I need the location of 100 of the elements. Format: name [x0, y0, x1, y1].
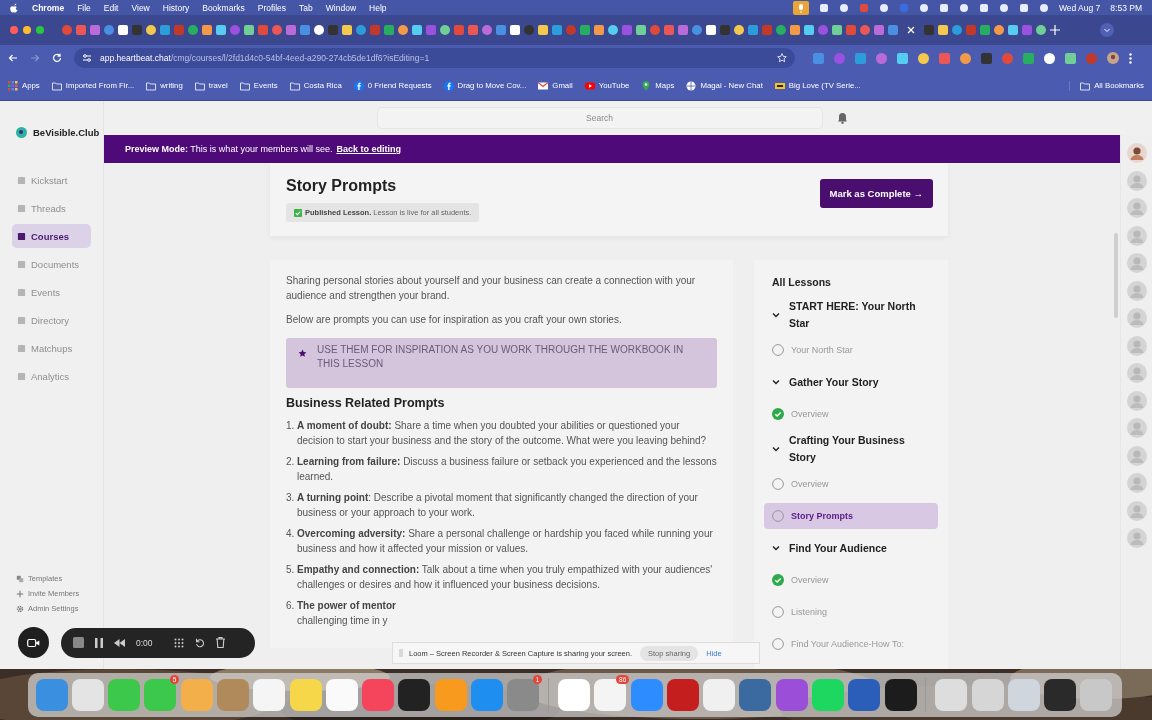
plus-icon	[16, 589, 24, 598]
mark-complete-button[interactable]: Mark as Complete →	[819, 179, 933, 208]
nav-icon	[17, 315, 26, 325]
copy-icon	[16, 574, 24, 583]
checkbox-icon	[294, 208, 302, 217]
lesson-title: Overview	[791, 409, 829, 419]
extension-icon[interactable]	[1044, 52, 1055, 64]
nav-icon	[17, 287, 26, 297]
extension-icon[interactable]	[960, 52, 971, 64]
forward-icon[interactable]	[30, 53, 40, 63]
lesson-item[interactable]: Story Prompts	[764, 503, 938, 529]
lesson-title: Listening	[791, 607, 828, 617]
prompt-text: challenging time in y	[297, 613, 388, 628]
nav-icon	[17, 203, 26, 213]
module-title[interactable]: Crafting Your Business Story	[789, 432, 929, 466]
mail-icon	[538, 80, 549, 91]
menu-bar-date: Wed Aug 7	[1058, 2, 1101, 13]
prompt-text: The power of mentor	[297, 599, 396, 613]
stop-icon[interactable]	[73, 637, 84, 648]
pause-icon[interactable]	[95, 637, 103, 648]
lesson-title: Overview	[791, 479, 829, 489]
microphone-icon[interactable]	[792, 0, 809, 15]
map-pin-icon	[641, 80, 652, 91]
menu-item[interactable]: Bookmarks	[202, 2, 245, 13]
module-title[interactable]: Gather Your Story	[789, 373, 929, 391]
status-icon[interactable]	[918, 2, 929, 13]
menu-item[interactable]: History	[162, 2, 190, 13]
play-icon	[584, 80, 595, 91]
scrollbar[interactable]	[1114, 233, 1118, 318]
nav-item[interactable]: Courses	[12, 224, 91, 248]
list-number: 2.	[286, 455, 293, 469]
menu-item[interactable]: View	[131, 2, 150, 13]
module-title[interactable]: START HERE: Your North Star	[789, 298, 929, 332]
status-icon[interactable]	[938, 2, 949, 13]
menu-item[interactable]: Profiles	[257, 2, 287, 13]
gear-icon	[16, 604, 24, 613]
list-number: 3.	[286, 491, 293, 505]
app-icon[interactable]	[884, 679, 917, 711]
grid-icon	[8, 80, 18, 91]
facebook-icon	[353, 80, 364, 91]
extension-icon[interactable]	[1065, 52, 1076, 64]
list-number: 1.	[286, 419, 293, 433]
more-icon[interactable]	[1129, 52, 1132, 64]
chevron-down-icon[interactable]	[772, 544, 780, 552]
status-icon[interactable]	[958, 2, 969, 13]
status-icon[interactable]	[1018, 2, 1029, 13]
tune-icon	[82, 53, 92, 63]
nav-icon	[17, 231, 26, 241]
lesson-title: Story Prompts	[791, 511, 853, 521]
avatar-icon[interactable]	[1107, 52, 1119, 64]
status-icon[interactable]	[978, 2, 989, 13]
trash-icon[interactable]	[215, 637, 225, 648]
folder-icon	[1080, 80, 1091, 91]
panel-title: All Lessons	[772, 276, 832, 288]
url-text: app.heartbeat.chat/cmg/courses/l/2fd1d4c0-54bf-4eed-a290-274cb5de1df6?isEditing=1	[100, 53, 430, 63]
back-to-editing-link[interactable]: Back to editing	[336, 144, 401, 154]
chevron-down-icon[interactable]	[772, 311, 780, 319]
prompt-text: A moment of doubt: Share a time when you doubted your abilities or questioned your decision to start your business and the story of the outcome. What were you leaving behind?	[297, 419, 708, 448]
status-icon[interactable]	[878, 2, 889, 13]
menu-item[interactable]: Tab	[299, 2, 313, 13]
chevron-down-icon[interactable]	[772, 378, 780, 386]
prompt-text: Learning from failure: Discuss a business failure or setback you experienced and the lessons learned.	[297, 455, 717, 484]
chevron-down-icon[interactable]	[772, 445, 780, 453]
menu-item[interactable]: Edit	[103, 2, 119, 13]
module-title[interactable]: Find Your Audience	[789, 539, 929, 557]
plus-icon[interactable]	[1050, 25, 1060, 35]
extension-icon[interactable]	[897, 52, 908, 64]
reload-icon[interactable]	[52, 53, 62, 63]
undo-icon[interactable]	[194, 637, 205, 648]
menu-item[interactable]: Help	[369, 2, 387, 13]
bell-icon[interactable]	[836, 112, 848, 124]
status-icon[interactable]	[818, 2, 829, 13]
app-icon[interactable]	[1044, 679, 1077, 711]
logo-icon	[16, 127, 27, 138]
paragraph: Sharing personal stories about yourself and your business can create a connection with your audience and strengthen your brand.	[286, 274, 697, 303]
star-icon[interactable]	[777, 53, 787, 63]
search-field[interactable]: Search	[376, 107, 823, 129]
ticket-icon	[774, 80, 785, 91]
app-icon[interactable]	[398, 679, 431, 711]
rewind-icon[interactable]	[114, 638, 125, 647]
app-menu[interactable]: Chrome	[32, 2, 65, 13]
status-icon[interactable]	[998, 2, 1009, 13]
extension-icon[interactable]	[918, 52, 929, 64]
brand-name: BeVisible.Club	[33, 127, 100, 138]
lesson-title: Find Your Audience-How To:	[791, 639, 904, 649]
menu-item[interactable]: Window	[325, 2, 357, 13]
menu-bar-clock: 8:53 PM	[1110, 2, 1142, 13]
folder-icon	[146, 80, 157, 91]
status-icon[interactable]	[1038, 2, 1049, 13]
menu-item[interactable]: File	[77, 2, 91, 13]
back-icon[interactable]	[8, 53, 18, 63]
globe-icon	[686, 80, 697, 91]
prompt-text: Overcoming adversity: Share a personal challenge or hardship you faced while running your business and how it affected your mission or values.	[297, 527, 714, 556]
nav-item[interactable]: Documents	[12, 252, 91, 276]
status-icon[interactable]	[838, 2, 849, 13]
banner-text: Preview Mode: This is what your members will see.	[125, 144, 333, 154]
address-bar[interactable]: app.heartbeat.chat/cmg/courses/l/2fd1d4c0-54bf-4eed-a290-274cb5de1df6?isEditing=1	[74, 48, 795, 68]
avatar-icon[interactable]	[1126, 143, 1147, 163]
section-heading: Business Related Prompts	[286, 395, 446, 410]
grid-icon[interactable]	[173, 637, 184, 648]
